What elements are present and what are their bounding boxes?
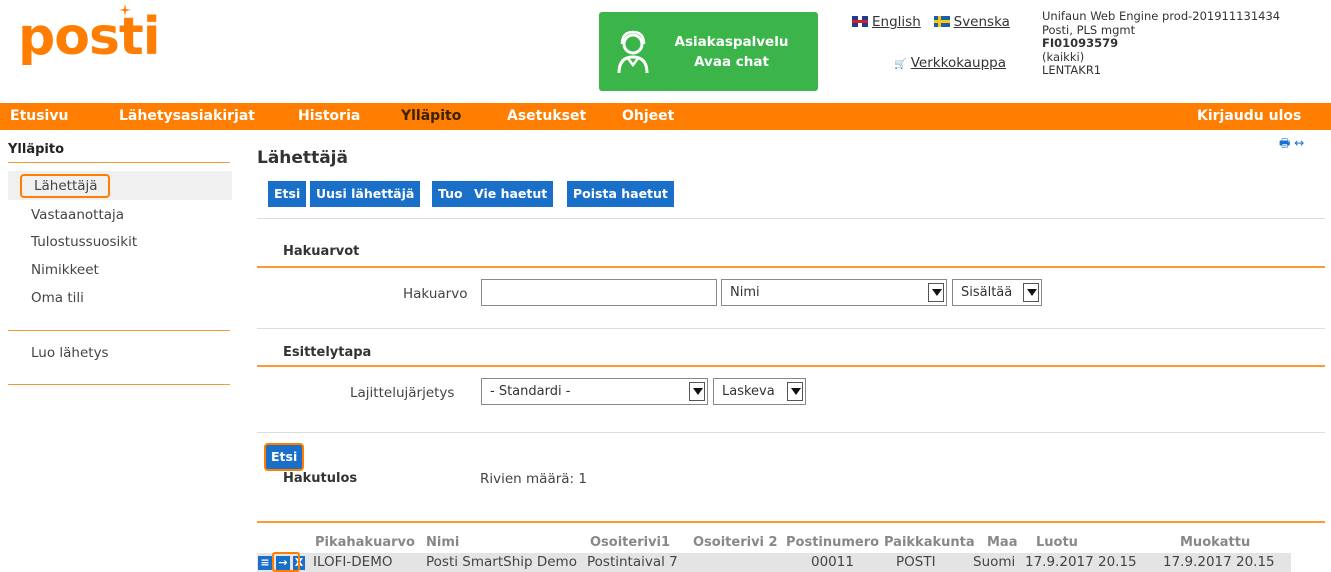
divider	[257, 432, 1325, 433]
sidebar-divider	[8, 162, 230, 163]
lang-english-link[interactable]: English	[872, 14, 921, 30]
logo-sparkle-icon	[119, 4, 131, 16]
nav-asetukset[interactable]: Asetukset	[507, 108, 586, 124]
lang-swedish-link[interactable]: Svenska	[954, 14, 1010, 30]
search-value-input[interactable]	[481, 279, 717, 306]
section-divider	[257, 266, 1325, 268]
chevron-down-icon[interactable]	[787, 382, 803, 401]
nav-historia[interactable]: Historia	[298, 108, 360, 124]
env-version: Unifaun Web Engine prod-201911131434	[1042, 9, 1281, 23]
match-type-select-value: Sisältää	[961, 285, 1013, 300]
cell-muokattu: 17.9.2017 20.15	[1163, 554, 1275, 570]
cell-nimi: Posti SmartShip Demo	[426, 554, 577, 570]
cell-paikkakunta: POSTI	[896, 554, 936, 570]
sidebar-divider	[8, 330, 230, 331]
column-header-paikkakunta[interactable]: Paikkakunta	[884, 535, 975, 550]
env-customer-id: FI01093579	[1042, 36, 1119, 50]
import-button[interactable]: Tuo	[432, 181, 469, 207]
nav-lahetysasiakirjat[interactable]: Lähetysasiakirjat	[119, 108, 255, 124]
search-field-select[interactable]: Nimi	[721, 279, 947, 306]
customer-service-chat-button[interactable]: Asiakaspalvelu Avaa chat	[599, 12, 818, 91]
new-sender-button[interactable]: Uusi lähettäjä	[310, 181, 421, 207]
search-field-select-value: Nimi	[730, 285, 760, 300]
uk-flag-icon	[852, 16, 868, 27]
sidebar-item-lahettaja[interactable]: Lähettäjä	[20, 174, 110, 198]
sweden-flag-icon	[933, 16, 950, 27]
sort-field-select[interactable]: - Standardi -	[481, 378, 708, 405]
sort-direction-select-value: Laskeva	[722, 384, 775, 399]
sidebar-item-luo-lahetys[interactable]: Luo lähetys	[31, 345, 109, 361]
row-action-highlight	[272, 552, 300, 572]
sidebar-item-tulostussuosikit[interactable]: Tulostussuosikit	[31, 234, 137, 250]
cell-pikahakuarvo: ILOFI-DEMO	[313, 554, 393, 570]
sort-field-select-value: - Standardi -	[490, 384, 571, 399]
nav-yllapito[interactable]: Ylläpito	[401, 108, 461, 124]
search-button[interactable]: Etsi	[268, 181, 307, 207]
posti-logo[interactable]: posti	[18, 10, 161, 64]
env-scope: (kaikki)	[1042, 49, 1085, 64]
chat-subtitle: Avaa chat	[694, 53, 769, 70]
sidebar-item-vastaanottaja[interactable]: Vastaanottaja	[31, 207, 124, 223]
environment-info: Unifaun Web Engine prod-201911131434 Pos…	[1042, 9, 1281, 78]
display-mode-heading: Esittelytapa	[283, 345, 372, 360]
nav-etusivu[interactable]: Etusivu	[10, 108, 68, 124]
chevron-down-icon[interactable]	[689, 382, 705, 401]
column-header-osoiterivi2[interactable]: Osoiterivi 2	[693, 535, 778, 550]
delete-selected-button[interactable]: Poista haetut	[567, 181, 674, 207]
chevron-down-icon[interactable]	[1023, 283, 1039, 302]
section-divider	[257, 365, 1325, 367]
sidebar-item-nimikkeet[interactable]: Nimikkeet	[31, 262, 99, 278]
section-divider	[257, 521, 1325, 523]
headset-person-icon	[617, 30, 649, 73]
column-header-pikahakuarvo[interactable]: Pikahakuarvo	[315, 535, 415, 550]
sidebar-divider	[8, 384, 230, 385]
env-user: LENTAKR1	[1042, 63, 1102, 77]
search-submit-button[interactable]: Etsi	[264, 443, 305, 471]
cell-luotu: 17.9.2017 20.15	[1025, 554, 1137, 570]
sort-direction-select[interactable]: Laskeva	[713, 378, 806, 405]
search-values-heading: Hakuarvot	[283, 244, 360, 259]
match-type-select[interactable]: Sisältää	[952, 279, 1042, 306]
sidebar-item-oma-tili[interactable]: Oma tili	[31, 290, 84, 306]
nav-logout[interactable]: Kirjaudu ulos	[1197, 108, 1301, 124]
column-header-muokattu[interactable]: Muokattu	[1180, 535, 1250, 550]
sort-order-label: Lajittelujärjetys	[350, 385, 455, 401]
column-header-postinumero[interactable]: Postinumero	[786, 535, 879, 550]
main-navbar: Etusivu Lähetysasiakirjat Historia Ylläp…	[0, 103, 1331, 130]
env-company: Posti, PLS mgmt	[1042, 22, 1136, 37]
page-title: Lähettäjä	[257, 148, 348, 168]
column-header-maa[interactable]: Maa	[987, 535, 1017, 550]
row-details-icon[interactable]: ≡	[258, 556, 272, 570]
results-row-count: Rivien määrä: 1	[480, 471, 587, 487]
column-header-nimi[interactable]: Nimi	[426, 535, 459, 550]
chevron-down-icon[interactable]	[928, 283, 944, 302]
cell-maa: Suomi	[973, 554, 1016, 570]
shopping-cart-icon: 🛒	[894, 59, 907, 70]
column-header-luotu[interactable]: Luotu	[1036, 535, 1078, 550]
chat-title: Asiakaspalvelu	[674, 33, 789, 50]
sidebar-title: Ylläpito	[8, 142, 65, 157]
search-value-label: Hakuarvo	[403, 286, 468, 302]
results-heading: Hakutulos	[283, 471, 358, 486]
webshop-link[interactable]: Verkkokauppa	[911, 55, 1006, 71]
cell-postinumero: 00011	[811, 554, 854, 570]
export-selected-button[interactable]: Vie haetut	[468, 181, 554, 207]
column-header-osoiterivi1[interactable]: Osoiterivi1	[590, 535, 670, 550]
print-expand-icons[interactable]: 🖶 ↔	[1279, 134, 1304, 155]
divider	[257, 218, 1325, 219]
cell-osoiterivi1: Postintaival 7	[587, 554, 678, 570]
nav-ohjeet[interactable]: Ohjeet	[622, 108, 674, 124]
divider	[257, 328, 1325, 329]
